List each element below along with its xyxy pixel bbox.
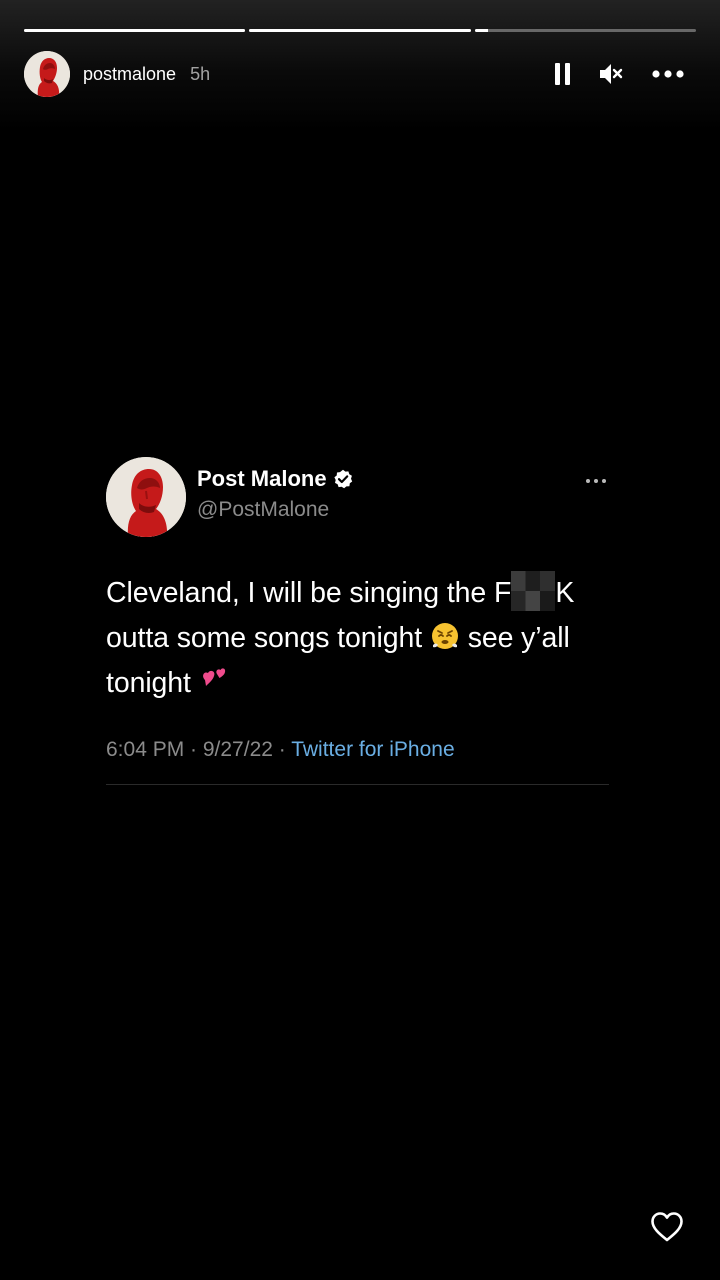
two-hearts-emoji-icon (202, 668, 225, 687)
display-name-row: Post Malone (197, 466, 353, 492)
more-icon (652, 70, 684, 78)
story-controls (552, 58, 686, 90)
tweet-handle[interactable]: @PostMalone (197, 498, 353, 522)
mute-icon (600, 64, 623, 84)
avatar[interactable] (24, 51, 70, 97)
tweet-avatar[interactable] (106, 457, 186, 537)
tweet-author: Post Malone @PostMalone (197, 466, 353, 522)
progress-segment (24, 29, 246, 32)
more-icon (586, 479, 606, 483)
verified-badge-icon (333, 469, 352, 489)
divider (106, 784, 609, 785)
story-header[interactable]: postmalone 5h (24, 50, 210, 98)
pause-icon (555, 63, 570, 85)
avatar-image (106, 457, 186, 537)
mute-button[interactable] (598, 60, 624, 88)
tweet-card: Post Malone @PostMalone Cleveland, I wil… (106, 457, 609, 785)
tweet-source-link[interactable]: Twitter for iPhone (291, 738, 454, 761)
progress-fill (249, 29, 471, 32)
tweet-header: Post Malone @PostMalone (106, 457, 609, 537)
avatar-image (24, 51, 70, 97)
story-username[interactable]: postmalone (83, 64, 176, 85)
censored-word (511, 571, 556, 612)
tweet-text: Cleveland, I will be singing the FK outt… (106, 571, 609, 706)
progress-segment (474, 29, 696, 32)
pause-button[interactable] (552, 60, 574, 88)
tweet-meta: 6:04 PM · 9/27/22 · Twitter for iPhone (106, 738, 609, 768)
display-name[interactable]: Post Malone (197, 466, 327, 492)
face-with-steam-emoji-icon (431, 623, 458, 650)
story-timestamp: 5h (190, 63, 211, 84)
progress-fill (474, 29, 488, 32)
story-progress (24, 29, 696, 32)
story-more-button[interactable] (650, 60, 686, 88)
progress-segment (249, 29, 471, 32)
tweet-more-button[interactable] (585, 471, 607, 485)
tweet-timestamp[interactable]: 6:04 PM · 9/27/22 · (106, 738, 291, 761)
progress-fill (24, 29, 246, 32)
tweet-text-part: Cleveland, I will be singing the F (106, 577, 512, 609)
like-button[interactable] (650, 1211, 684, 1243)
heart-outline-icon (651, 1212, 683, 1242)
